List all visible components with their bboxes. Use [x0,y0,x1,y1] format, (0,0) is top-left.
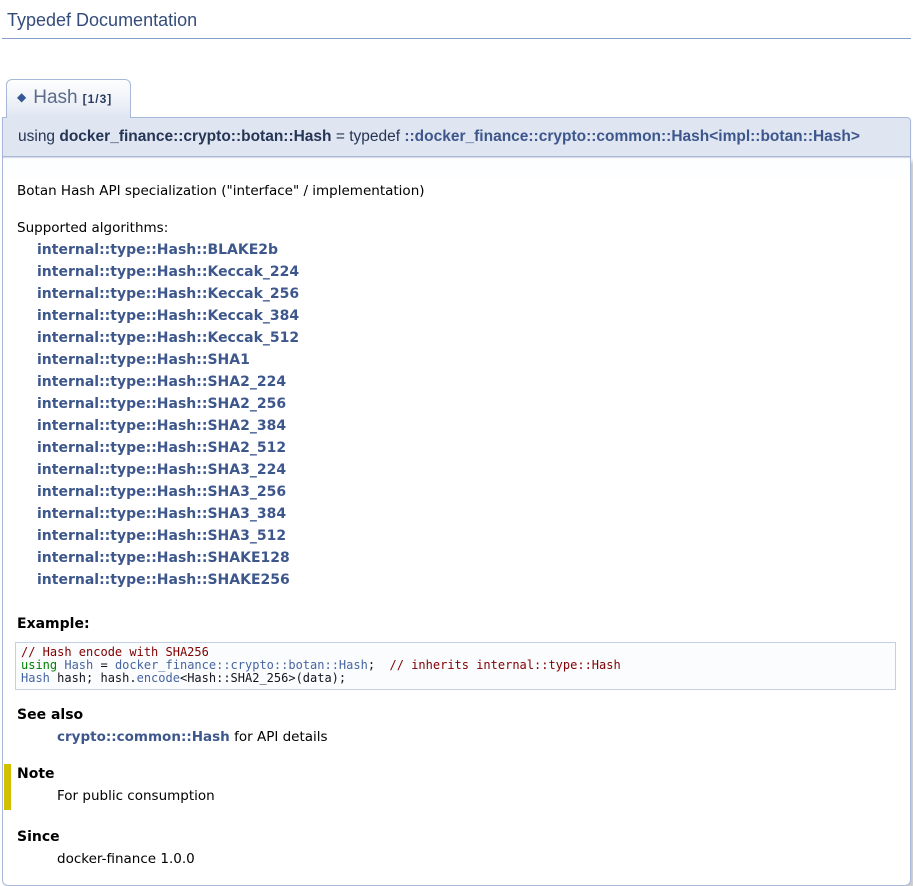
typedef-documentation-section: Typedef Documentation ◆ Hash [1/3] using d… [0,0,913,886]
algorithm-list-item: internal::type::Hash::BLAKE2b [17,239,896,261]
see-also-content: crypto::common::Hash for API details [57,727,896,747]
declaration-separator: = typedef [332,128,405,145]
code-text: hash; hash. [50,671,137,685]
supported-algorithms-label: Supported algorithms: [17,217,896,239]
algorithm-link[interactable]: internal::type::Hash::Keccak_256 [37,286,299,302]
algorithm-link[interactable]: internal::type::Hash::SHA3_224 [37,462,286,478]
algorithm-list-item: internal::type::Hash::SHAKE128 [17,547,896,569]
note-label: Note [17,766,896,782]
algorithm-link[interactable]: internal::type::Hash::SHA2_384 [37,418,286,434]
algorithm-list-item: internal::type::Hash::Keccak_224 [17,261,896,283]
code-text: ; [368,658,390,672]
algorithm-list-item: internal::type::Hash::SHA2_224 [17,371,896,393]
code-keyword: using [21,658,57,672]
brief-description: Botan Hash API specialization ("interfac… [17,181,896,201]
algorithm-link[interactable]: internal::type::Hash::SHA2_224 [37,374,286,390]
algorithm-link[interactable]: internal::type::Hash::SHA2_512 [37,440,286,456]
code-link[interactable]: encode [137,671,180,685]
algorithm-link[interactable]: internal::type::Hash::SHA3_512 [37,528,286,544]
algorithm-link[interactable]: internal::type::Hash::BLAKE2b [37,242,278,258]
algorithm-list-item: internal::type::Hash::SHA2_256 [17,393,896,415]
code-comment: // Hash encode with SHA256 [21,645,209,659]
algorithm-link[interactable]: internal::type::Hash::SHA2_256 [37,396,286,412]
member-overload-index: [1/3] [83,92,113,106]
see-also-label: See also [17,707,896,723]
algorithm-link[interactable]: internal::type::Hash::Keccak_384 [37,308,299,324]
permalink-diamond-icon[interactable]: ◆ [17,90,26,104]
algorithm-list-item: internal::type::Hash::Keccak_256 [17,283,896,305]
section-heading: Typedef Documentation [2,6,911,39]
algorithm-link[interactable]: internal::type::Hash::SHA3_384 [37,506,286,522]
code-text: <Hash::SHA2_256>(data); [180,671,346,685]
note-section: Note For public consumption [4,764,896,810]
member-documentation: Botan Hash API specialization ("interfac… [2,157,911,886]
example-label: Example: [17,616,896,632]
code-comment: // inherits internal::type::Hash [390,658,621,672]
declaration-type-link[interactable]: ::docker_finance::crypto::common::Hash<i… [404,128,860,145]
algorithm-link[interactable]: internal::type::Hash::Keccak_224 [37,264,299,280]
algorithm-list: internal::type::Hash::BLAKE2binternal::t… [17,239,896,591]
declaration-keyword: using [18,128,59,145]
algorithm-list-item: internal::type::Hash::SHA3_256 [17,481,896,503]
algorithm-link[interactable]: internal::type::Hash::SHA1 [37,352,250,368]
member-title-tab: ◆ Hash [1/3] [6,79,131,118]
algorithm-list-item: internal::type::Hash::SHA2_512 [17,437,896,459]
algorithm-link[interactable]: internal::type::Hash::SHA3_256 [37,484,286,500]
code-link[interactable]: Hash [64,658,93,672]
note-text: For public consumption [57,786,896,806]
algorithm-list-item: internal::type::Hash::SHAKE256 [17,569,896,591]
since-label: Since [17,829,896,845]
see-also-section: See also crypto::common::Hash for API de… [17,707,896,747]
supported-algorithms-block: Supported algorithms: internal::type::Ha… [17,217,896,591]
algorithm-list-item: internal::type::Hash::SHA3_224 [17,459,896,481]
since-section: Since docker-finance 1.0.0 [17,829,896,869]
algorithm-link[interactable]: internal::type::Hash::SHAKE128 [37,550,290,566]
code-link[interactable]: Hash [21,671,50,685]
member-prototype: using docker_finance::crypto::botan::Has… [2,117,911,157]
algorithm-list-item: internal::type::Hash::SHA1 [17,349,896,371]
code-fragment: // Hash encode with SHA256using Hash = d… [15,642,896,690]
declaration-name: docker_finance::crypto::botan::Hash [59,128,331,145]
algorithm-list-item: internal::type::Hash::SHA3_512 [17,525,896,547]
see-also-text: for API details [230,729,328,745]
algorithm-list-item: internal::type::Hash::SHA2_384 [17,415,896,437]
see-also-link[interactable]: crypto::common::Hash [57,729,230,745]
code-link[interactable]: docker_finance::crypto::botan::Hash [115,658,368,672]
since-text: docker-finance 1.0.0 [57,849,896,869]
algorithm-list-item: internal::type::Hash::Keccak_512 [17,327,896,349]
member-name: Hash [33,87,77,108]
member-item-hash: ◆Hash[1/3] using docker_finance::crypto:… [2,79,911,886]
algorithm-link[interactable]: internal::type::Hash::SHAKE256 [37,572,290,588]
code-text: = [93,658,115,672]
code-line: Hash hash; hash.encode<Hash::SHA2_256>(d… [21,672,890,685]
algorithm-list-item: internal::type::Hash::SHA3_384 [17,503,896,525]
algorithm-link[interactable]: internal::type::Hash::Keccak_512 [37,330,299,346]
algorithm-list-item: internal::type::Hash::Keccak_384 [17,305,896,327]
